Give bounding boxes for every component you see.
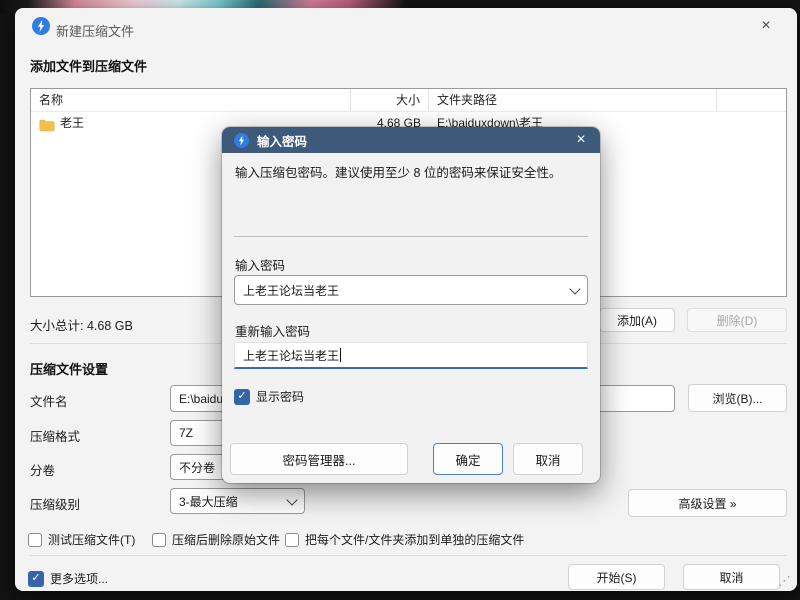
filename-label: 文件名 — [30, 391, 68, 410]
delete-original-checkbox[interactable]: 压缩后删除原始文件 — [152, 531, 280, 548]
checkbox-checked-icon[interactable]: ✓ — [234, 389, 250, 405]
show-password-checkbox[interactable]: ✓ 显示密码 — [234, 388, 304, 405]
browse-button[interactable]: 浏览(B)... — [688, 384, 787, 412]
column-header-empty — [717, 89, 786, 111]
cancel-button[interactable]: 取消 — [683, 564, 780, 590]
level-value: 3-最大压缩 — [179, 493, 238, 510]
ok-button[interactable]: 确定 — [433, 443, 503, 475]
folder-icon — [39, 117, 55, 130]
enter-password-combobox[interactable]: 上老王论坛当老王 — [234, 275, 588, 305]
separate-archives-label: 把每个文件/文件夹添加到单独的压缩文件 — [305, 531, 524, 548]
checkbox-unchecked-icon[interactable] — [285, 533, 299, 547]
archive-settings-section-title: 压缩文件设置 — [30, 359, 108, 378]
delete-original-label: 压缩后删除原始文件 — [172, 531, 280, 548]
password-dialog-titlebar[interactable]: 输入密码 × — [222, 127, 600, 153]
close-icon[interactable]: × — [753, 14, 779, 38]
volume-value: 不分卷 — [179, 459, 215, 476]
file-list-header: 名称 大小 文件夹路径 — [31, 89, 786, 112]
reenter-password-value: 上老王论坛当老王 — [243, 347, 339, 364]
total-size-label: 大小总计: 4.68 GB — [30, 315, 133, 334]
cancel-button[interactable]: 取消 — [513, 443, 583, 475]
advanced-settings-button[interactable]: 高级设置 » — [628, 489, 787, 517]
password-manager-button[interactable]: 密码管理器... — [230, 443, 408, 475]
column-header-name[interactable]: 名称 — [31, 89, 351, 111]
volume-label: 分卷 — [30, 460, 55, 479]
chevron-down-icon — [569, 283, 580, 294]
add-button[interactable]: 添加(A) — [599, 308, 675, 332]
password-hint-text: 输入压缩包密码。建议使用至少 8 位的密码来保证安全性。 — [235, 164, 587, 183]
resize-grip[interactable]: ⋰ — [778, 573, 791, 589]
more-options-checkbox[interactable]: ✓ 更多选项... — [28, 570, 108, 587]
checkbox-checked-icon[interactable]: ✓ — [28, 571, 44, 587]
divider — [30, 555, 787, 556]
lightning-bolt-icon — [32, 17, 50, 35]
text-caret — [340, 348, 341, 362]
lightning-bolt-icon — [234, 133, 249, 148]
enter-password-label: 输入密码 — [235, 255, 285, 274]
reenter-password-label: 重新输入密码 — [235, 321, 310, 340]
format-value: 7Z — [179, 426, 193, 440]
reenter-password-input[interactable]: 上老王论坛当老王 — [234, 342, 588, 369]
close-icon[interactable]: × — [568, 128, 594, 152]
checkbox-unchecked-icon[interactable] — [28, 533, 42, 547]
chevron-down-icon — [286, 494, 297, 505]
show-password-label: 显示密码 — [256, 388, 304, 405]
more-options-label: 更多选项... — [50, 570, 108, 587]
divider — [234, 236, 588, 237]
enter-password-value: 上老王论坛当老王 — [243, 282, 339, 299]
column-header-size[interactable]: 大小 — [351, 89, 429, 111]
window-title: 新建压缩文件 — [56, 21, 134, 40]
format-label: 压缩格式 — [30, 426, 80, 445]
level-select[interactable]: 3-最大压缩 — [170, 488, 305, 514]
enter-password-dialog: 输入密码 × 输入压缩包密码。建议使用至少 8 位的密码来保证安全性。 输入密码… — [222, 127, 600, 483]
checkbox-unchecked-icon[interactable] — [152, 533, 166, 547]
separate-archives-checkbox[interactable]: 把每个文件/文件夹添加到单独的压缩文件 — [285, 531, 524, 548]
column-header-path[interactable]: 文件夹路径 — [429, 89, 717, 111]
test-archive-label: 测试压缩文件(T) — [48, 531, 135, 548]
file-name: 老王 — [60, 112, 84, 134]
test-archive-checkbox[interactable]: 测试压缩文件(T) — [28, 531, 135, 548]
password-dialog-title: 输入密码 — [257, 131, 307, 150]
add-files-section-title: 添加文件到压缩文件 — [30, 56, 147, 75]
level-label: 压缩级别 — [30, 494, 80, 513]
start-button[interactable]: 开始(S) — [568, 564, 665, 590]
delete-button: 删除(D) — [687, 308, 787, 332]
